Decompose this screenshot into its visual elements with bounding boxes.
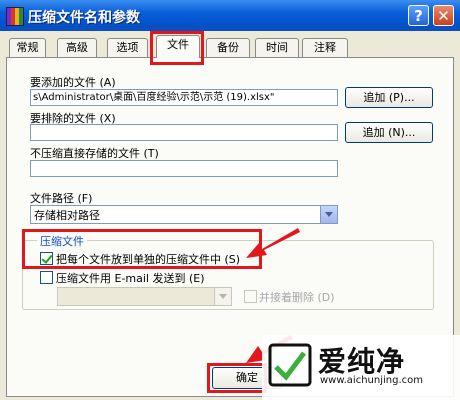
- tab-options[interactable]: 选项: [107, 38, 148, 57]
- chevron-down-icon: [214, 288, 231, 305]
- help-button[interactable]: ?: [408, 5, 429, 26]
- tab-advanced[interactable]: 高级: [57, 38, 97, 57]
- watermark-brand: 爱纯净: [318, 345, 406, 378]
- tab-time[interactable]: 时间: [255, 38, 299, 57]
- store-uncompressed-input[interactable]: [30, 160, 338, 177]
- store-uncompressed-label: 不压缩直接存储的文件 (T): [30, 147, 159, 160]
- append-add-button[interactable]: 追加 (P)...: [345, 87, 433, 108]
- append-exclude-button[interactable]: 追加 (N)...: [345, 122, 433, 143]
- watermark-url: www.aichunjing.com: [320, 375, 423, 386]
- tab-backup[interactable]: 备份: [206, 38, 250, 57]
- close-button[interactable]: ✕: [433, 5, 454, 26]
- file-paths-label: 文件路径 (F): [30, 192, 93, 205]
- file-paths-value: 存储相对路径: [34, 209, 100, 222]
- window-title: 压缩文件名和参数: [28, 10, 140, 26]
- highlight-separate-option: [22, 229, 262, 269]
- files-to-add-input[interactable]: s\Administrator\桌面\百度经验\示范\示范 (19).xlsx": [30, 89, 338, 106]
- chevron-down-icon[interactable]: [320, 206, 337, 223]
- brand-logo-icon: [268, 343, 312, 387]
- tab-general[interactable]: 常规: [9, 38, 46, 57]
- tab-comment[interactable]: 注释: [302, 38, 348, 57]
- delete-after-label: 并接着删除 (D): [259, 291, 335, 304]
- title-bar: 压缩文件名和参数 ? ✕: [0, 0, 460, 31]
- email-label: 压缩文件用 E-mail 发送到 (E): [56, 272, 205, 285]
- email-checkbox[interactable]: [40, 271, 53, 284]
- winrar-icon: [6, 7, 24, 26]
- delete-after-checkbox[interactable]: [244, 290, 257, 303]
- tab-files[interactable]: 文件: [156, 35, 200, 58]
- email-select[interactable]: [57, 287, 232, 306]
- highlight-ok-button: [207, 363, 267, 393]
- files-to-add-label: 要添加的文件 (A): [30, 76, 116, 89]
- file-paths-select[interactable]: 存储相对路径: [30, 205, 338, 224]
- files-to-exclude-input[interactable]: [30, 124, 338, 141]
